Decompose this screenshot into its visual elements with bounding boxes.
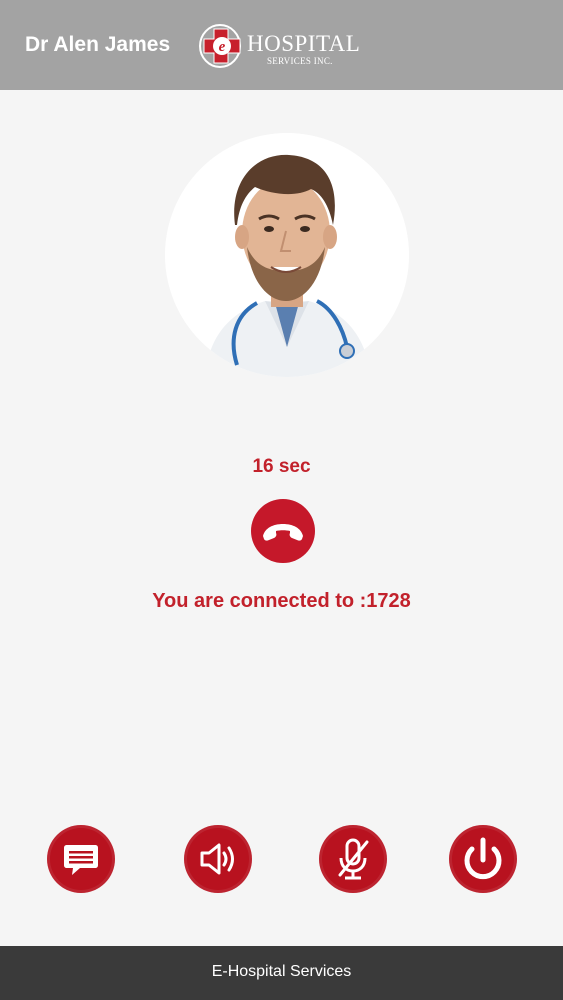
hangup-button[interactable] [251,499,315,563]
speaker-button[interactable] [184,825,252,893]
hospital-logo: e HOSPITAL SERVICES INC. [198,20,378,72]
power-icon [464,837,502,880]
doctor-avatar [165,133,409,377]
logo-main-text: HOSPITAL [247,31,361,56]
speaker-icon [200,843,234,875]
logo-mark-letter: e [219,39,226,55]
logo-sub-text: SERVICES INC. [267,56,333,66]
hospital-logo-mark: e [199,24,241,68]
doctor-name: Dr Alen James [25,33,171,56]
footer-title: E-Hospital Services [211,963,352,980]
app-header: Dr Alen James e HOSPITAL SERVICES INC. [0,0,563,90]
mute-button[interactable] [319,825,387,893]
end-session-button[interactable] [449,825,517,893]
chat-icon [64,845,98,875]
phone-hangup-icon [263,524,303,541]
app-footer: E-Hospital Services [0,946,563,1000]
doctor-avatar-illustration [165,133,409,377]
chat-button[interactable] [47,825,115,893]
call-duration: 16 sec [252,456,311,477]
connection-status: You are connected to :1728 [152,590,411,612]
mic-muted-icon [338,838,369,880]
